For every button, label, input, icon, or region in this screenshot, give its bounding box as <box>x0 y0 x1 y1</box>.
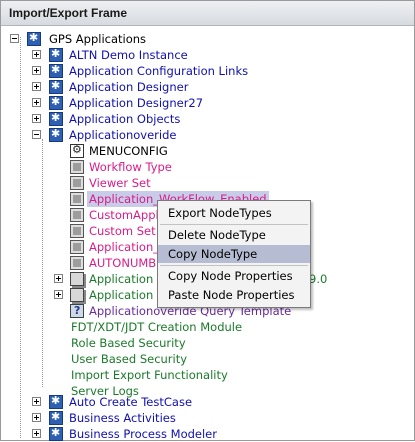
tree-node-label: Application_ <box>89 240 160 254</box>
menu-item-label: Export NodeTypes <box>168 206 272 220</box>
gps-app-icon <box>49 410 63 425</box>
tree-node[interactable]: Workflow Type <box>1 159 301 175</box>
frame-title: Import/Export Frame <box>9 6 128 20</box>
node-type-icon <box>70 208 84 222</box>
expand-icon[interactable] <box>32 114 41 123</box>
menu-item-label: Paste Node Properties <box>168 288 295 302</box>
tree-node-label: Import Export Functionality <box>71 368 228 382</box>
collapse-icon[interactable] <box>10 34 19 43</box>
menu-item-paste-node-properties[interactable]: Paste Node Properties <box>158 286 310 304</box>
tree-node-label: ALTN Demo Instance <box>69 48 188 62</box>
tree-node[interactable]: Business Process Modeler <box>1 426 301 442</box>
tree-node-label: Application Objects <box>69 112 181 126</box>
tree-node-label: Viewer Set <box>89 176 151 190</box>
menu-item-label: Copy NodeType <box>168 247 258 261</box>
menu-separator <box>160 224 308 225</box>
tree-node-label: FDT/XDT/JDT Creation Module <box>71 320 243 334</box>
tree-node-label: Custom Set <box>89 224 156 238</box>
import-export-frame: Import/Export Frame GPS Applications ALT… <box>0 0 415 441</box>
tree-node[interactable]: MENUCONFIG <box>1 143 301 159</box>
tree-node-label: Role Based Security <box>71 336 186 350</box>
expand-icon[interactable] <box>32 98 41 107</box>
folder-stack-icon <box>70 272 84 286</box>
tree-node-label: Workflow Type <box>89 160 172 174</box>
tree-node-root[interactable]: GPS Applications <box>1 31 301 47</box>
gps-app-icon <box>27 31 41 46</box>
menu-separator <box>160 265 308 266</box>
expand-icon[interactable] <box>32 82 41 91</box>
gps-app-icon <box>49 127 63 142</box>
menu-item-delete-nodetype[interactable]: Delete NodeType <box>158 226 310 244</box>
expand-icon[interactable] <box>32 413 41 422</box>
gps-app-icon <box>49 111 63 126</box>
tree-node[interactable]: Applicationoveride <box>1 127 301 143</box>
tree-node[interactable]: FDT/XDT/JDT Creation Module <box>1 319 301 335</box>
menu-item-label: Copy Node Properties <box>168 269 293 283</box>
tree-node-label: Application Designer27 <box>69 96 204 110</box>
expand-icon[interactable] <box>32 66 41 75</box>
tree-node-label: Application Designer <box>69 80 189 94</box>
expand-icon[interactable] <box>54 290 63 299</box>
context-menu: Export NodeTypes Delete NodeType Copy No… <box>157 200 311 308</box>
menu-item-export-nodetypes[interactable]: Export NodeTypes <box>158 204 310 222</box>
collapse-icon[interactable] <box>32 130 41 139</box>
tree-node-label: Business Process Modeler <box>69 427 217 441</box>
title-bar: Import/Export Frame <box>1 1 414 26</box>
menu-item-copy-node-properties[interactable]: Copy Node Properties <box>158 267 310 285</box>
gps-app-icon <box>49 63 63 78</box>
node-type-icon <box>70 160 84 174</box>
tree-node[interactable]: User Based Security <box>1 351 301 367</box>
tree-node[interactable]: Auto Create TestCase <box>1 394 301 410</box>
tree-node[interactable]: ALTN Demo Instance <box>1 47 301 63</box>
tree-node[interactable]: Business Activities <box>1 410 301 426</box>
folder-stack-icon <box>70 288 84 302</box>
expand-icon[interactable] <box>32 429 41 438</box>
menu-item-label: Delete NodeType <box>168 228 266 242</box>
gps-app-icon <box>49 394 63 409</box>
tree-node-label: Application I <box>89 272 161 286</box>
tree-node-label: CustomAppl <box>89 208 159 222</box>
tree-node[interactable]: Application Configuration Links <box>1 63 301 79</box>
gps-app-icon <box>49 426 63 441</box>
expand-icon[interactable] <box>32 397 41 406</box>
query-template-icon <box>70 304 84 318</box>
tree-node[interactable]: Application Objects <box>1 111 301 127</box>
menu-item-copy-nodetype[interactable]: Copy NodeType <box>158 245 310 263</box>
tree-node[interactable]: Viewer Set <box>1 175 301 191</box>
gps-app-icon <box>49 47 63 62</box>
tree-node-label: Auto Create TestCase <box>69 395 193 409</box>
tree-node-label: Applicationoveride <box>69 128 177 142</box>
node-type-icon <box>70 192 84 206</box>
gps-app-icon <box>49 79 63 94</box>
tree-node-label: MENUCONFIG <box>89 144 168 158</box>
tree-node-label: Business Activities <box>69 411 176 425</box>
tree-node-label: User Based Security <box>71 352 188 366</box>
expand-icon[interactable] <box>54 274 63 283</box>
tree-node-label-suffix: 9.0 <box>309 272 328 286</box>
gps-app-icon <box>49 95 63 110</box>
tree-node-label: GPS Applications <box>49 32 147 46</box>
node-type-icon <box>70 256 84 270</box>
tree-node-label: Application Configuration Links <box>69 64 249 78</box>
node-type-icon <box>70 224 84 238</box>
config-icon <box>70 143 84 158</box>
node-type-icon <box>70 240 84 254</box>
tree-node[interactable]: Application Designer <box>1 79 301 95</box>
tree-node-label: AUTONUMBE <box>89 256 164 270</box>
tree-node[interactable]: Application Designer27 <box>1 95 301 111</box>
tree-node[interactable]: Import Export Functionality <box>1 367 301 383</box>
tree-node[interactable]: Role Based Security <box>1 335 301 351</box>
expand-icon[interactable] <box>32 50 41 59</box>
node-type-icon <box>70 176 84 190</box>
tree-node-label: Application S <box>89 288 165 302</box>
